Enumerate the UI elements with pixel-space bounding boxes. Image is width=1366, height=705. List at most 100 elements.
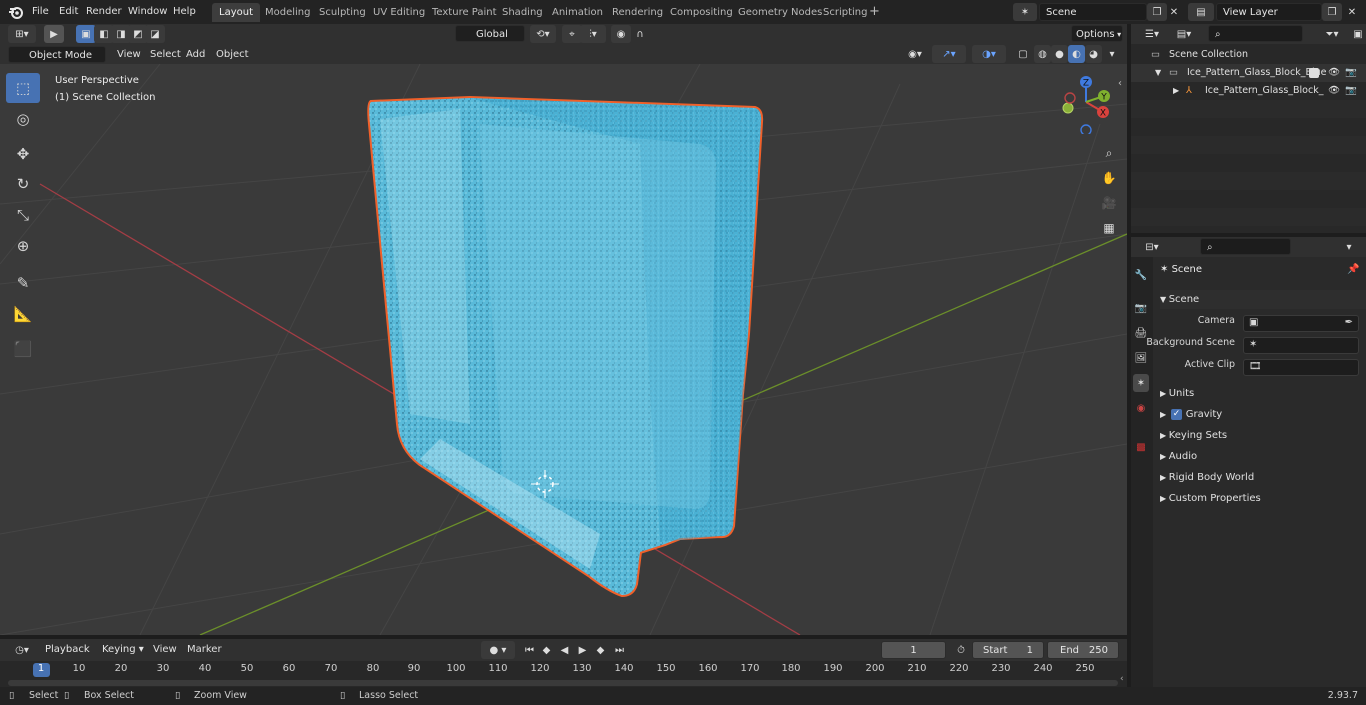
overlay-icon[interactable]: ◑▾ (972, 45, 1006, 63)
scene-selector-icon[interactable]: ✶ (1013, 3, 1037, 21)
viewport-menu-view[interactable]: View (112, 46, 146, 63)
viewport-menu-object[interactable]: Object (211, 46, 254, 63)
preview-range-icon[interactable]: ⏱ (952, 641, 970, 659)
tab-tool-icon[interactable]: 🔧 (1133, 266, 1149, 284)
add-workspace-icon[interactable]: + (869, 4, 883, 20)
view-layer-selector-icon[interactable]: ▤ (1188, 3, 1214, 21)
outliner-row-scene-collection[interactable]: ▭ Scene Collection (1131, 46, 1366, 64)
tab-sculpting[interactable]: Sculpting (312, 3, 373, 22)
tab-modeling[interactable]: Modeling (258, 3, 318, 22)
panel-keying-sets[interactable]: ▶ Keying Sets (1160, 426, 1366, 445)
viewport-menu-select[interactable]: Select (145, 46, 186, 63)
eye-visibility-icon[interactable]: 👁 (1328, 64, 1340, 82)
options-dropdown[interactable]: Options ▾ (1071, 25, 1123, 42)
pivot-point-icon[interactable]: ⟲▾ (530, 25, 556, 43)
timeline-menu-marker[interactable]: Marker (182, 641, 227, 658)
viewport-menu-add[interactable]: Add (181, 46, 210, 63)
active-tool-select-icon[interactable]: ▶ (44, 25, 64, 43)
current-frame-field[interactable]: 1 (881, 641, 946, 659)
tab-compositing[interactable]: Compositing (663, 3, 740, 22)
render-camera-icon[interactable]: 📷 (1345, 64, 1357, 82)
ortho-grid-icon[interactable]: ▦ (1098, 217, 1120, 239)
jump-end-icon[interactable]: ⏭ (611, 641, 628, 659)
timeline-sidebar-toggle-icon[interactable]: ‹ (1120, 674, 1124, 684)
scene-close-icon[interactable]: ✕ (1164, 3, 1184, 21)
snap-icon[interactable]: ⌖ (562, 25, 582, 43)
tab-animation[interactable]: Animation (545, 3, 610, 22)
panel-units[interactable]: ▶ Units (1160, 384, 1366, 403)
next-keyframe-icon[interactable]: ◆ (592, 641, 609, 659)
tool-select-box-icon[interactable]: ⬚ (6, 73, 40, 103)
shading-wireframe-icon[interactable]: ◍ (1034, 45, 1051, 63)
end-frame-field[interactable]: End 250 (1047, 641, 1119, 659)
menu-help[interactable]: Help (167, 3, 202, 21)
play-reverse-icon[interactable]: ◀ (556, 641, 573, 659)
sidebar-toggle-icon[interactable]: ‹ (1118, 78, 1122, 89)
shading-material-icon[interactable]: ◐ (1068, 45, 1085, 63)
tool-scale-icon[interactable]: ⤡ (6, 200, 40, 230)
tab-uv-editing[interactable]: UV Editing (366, 3, 432, 22)
tool-move-icon[interactable]: ✥ (6, 139, 40, 169)
blender-logo-icon[interactable] (8, 4, 24, 20)
playback-dropdown[interactable]: Playback ▾ (40, 641, 96, 672)
render-camera-icon[interactable]: 📷 (1345, 82, 1357, 100)
play-icon[interactable]: ▶ (574, 641, 591, 659)
outliner-filter-icon[interactable]: ⏷▾ (1318, 25, 1346, 43)
properties-options-icon[interactable]: ▾ (1339, 238, 1359, 256)
tab-layout[interactable]: Layout (212, 3, 260, 22)
snap-target-icon[interactable]: ⫶▾ (580, 25, 606, 43)
tool-measure-icon[interactable]: 📐 (6, 299, 40, 329)
zoom-icon[interactable]: ⌕ (1098, 142, 1120, 164)
tab-scripting[interactable]: Scripting (816, 3, 874, 22)
tab-shading[interactable]: Shading (495, 3, 550, 22)
glass-block-object[interactable] (367, 95, 764, 598)
panel-gravity[interactable]: ▶ ✓ Gravity (1160, 405, 1366, 424)
menu-render[interactable]: Render (80, 3, 128, 21)
falloff-icon[interactable]: ∩ (630, 25, 650, 43)
gizmo-icon[interactable]: ↗▾ (932, 45, 966, 63)
tab-geometry-nodes[interactable]: Geometry Nodes (731, 3, 829, 22)
outliner-search-input[interactable]: ⌕ (1208, 25, 1303, 42)
tool-annotate-icon[interactable]: ✎ (6, 268, 40, 298)
tab-texture-icon[interactable]: ▩ (1133, 438, 1149, 456)
gravity-checkbox[interactable]: ✓ (1171, 409, 1182, 420)
outliner-new-collection-icon[interactable]: ▣ (1351, 25, 1365, 43)
panel-rigid-body-world[interactable]: ▶ Rigid Body World (1160, 468, 1366, 487)
timeline-scrollbar[interactable] (8, 680, 1118, 686)
mode-intersect-icon[interactable]: ◪ (145, 25, 165, 43)
3d-viewport[interactable]: User Perspective (1) Scene Collection Z … (0, 64, 1127, 635)
pin-icon[interactable]: 📌 (1347, 264, 1359, 275)
view-layer-name-field[interactable]: View Layer (1216, 3, 1322, 21)
panel-audio[interactable]: ▶ Audio (1160, 447, 1366, 466)
outliner-row-object[interactable]: ▶ ⅄ Ice_Pattern_Glass_Block_ 👁 📷 (1131, 82, 1366, 100)
view-layer-copy-icon[interactable]: ❐ (1322, 3, 1342, 21)
tab-texture-paint[interactable]: Texture Paint (425, 3, 504, 22)
camera-field[interactable]: ▣ ✒ (1243, 315, 1359, 332)
outliner-editor-type-icon[interactable]: ☰▾ (1138, 25, 1166, 43)
camera-view-icon[interactable]: 🎥 (1098, 192, 1120, 214)
jump-start-icon[interactable]: ⏮ (521, 641, 538, 659)
visibility-icon[interactable]: ◉▾ (902, 45, 928, 63)
tab-scene-icon[interactable]: ✶ (1133, 374, 1149, 392)
active-clip-field[interactable]: 🎞 (1243, 359, 1359, 376)
tool-add-cube-icon[interactable]: ⬛ (6, 334, 40, 364)
proportional-edit-icon[interactable]: ◉ (611, 25, 631, 43)
shading-solid-icon[interactable]: ● (1051, 45, 1068, 63)
scene-name-field[interactable]: Scene (1039, 3, 1147, 21)
object-mode-dropdown[interactable]: Object Mode (8, 46, 106, 63)
tab-world-icon[interactable]: ◉ (1133, 399, 1149, 417)
eyedropper-icon[interactable]: ✒ (1345, 317, 1353, 328)
keying-dropdown[interactable]: Keying ▾ (97, 641, 145, 658)
menu-file[interactable]: File (26, 3, 55, 21)
view-layer-close-icon[interactable]: ✕ (1342, 3, 1362, 21)
tab-rendering[interactable]: Rendering (605, 3, 670, 22)
auto-keying-icon[interactable]: ● ▾ (481, 641, 515, 659)
prev-keyframe-icon[interactable]: ◆ (538, 641, 555, 659)
tool-cursor-icon[interactable]: ◎ (6, 104, 40, 134)
outliner-display-mode-icon[interactable]: ▤▾ (1170, 25, 1198, 43)
outliner-row-collection[interactable]: ▼ ▭ Ice_Pattern_Glass_Block_Blue 👁 📷 (1131, 64, 1366, 82)
shading-rendered-icon[interactable]: ◕ (1085, 45, 1102, 63)
transform-orientation-dropdown[interactable]: Global (455, 25, 525, 42)
mode-new-selection-icon[interactable]: ▣ (76, 25, 96, 43)
shading-options-icon[interactable]: ▾ (1104, 45, 1120, 63)
